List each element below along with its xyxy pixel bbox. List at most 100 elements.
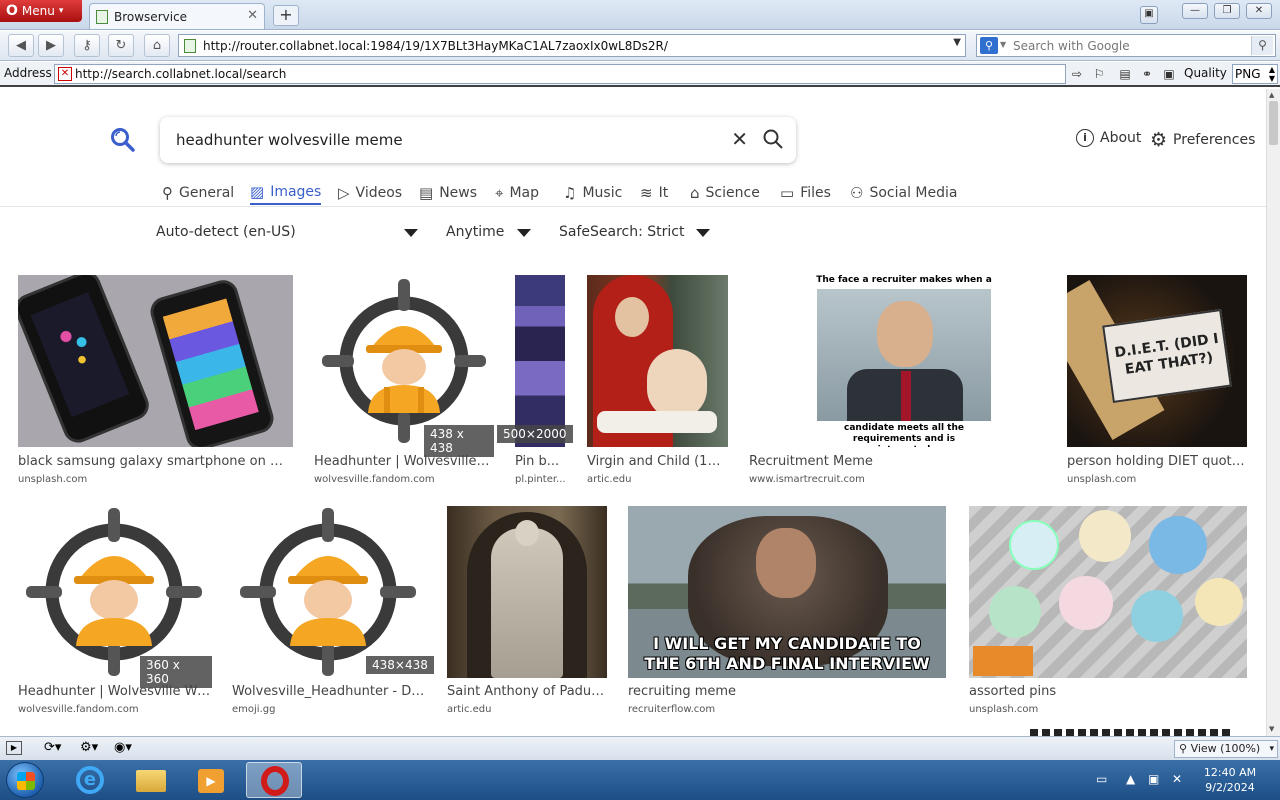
phones-thumbnail[interactable] [18, 275, 293, 447]
file-explorer-icon[interactable] [122, 762, 178, 798]
tab-general[interactable]: ⚲ General [162, 181, 234, 205]
search-engine-icon[interactable]: ⚲ [980, 37, 998, 54]
result-source[interactable]: pl.pinter... [515, 474, 567, 485]
headhunter-thumbnail[interactable] [314, 275, 494, 447]
scroll-down-icon[interactable]: ▼ [1269, 725, 1274, 733]
result-source[interactable]: unsplash.com [1067, 474, 1247, 485]
result-source[interactable]: recruiterflow.com [628, 704, 946, 715]
close-window-button[interactable]: ✕ [1246, 3, 1272, 19]
result-title[interactable]: Saint Anthony of Padua (... [447, 684, 607, 699]
save-icon[interactable]: ▣ [1160, 65, 1178, 83]
result-source[interactable]: artic.edu [587, 474, 727, 485]
result-source[interactable]: unsplash.com [18, 474, 292, 485]
tab-images[interactable]: ▨ Images [250, 181, 322, 205]
tab-news[interactable]: ▤ News [419, 181, 477, 205]
pins-thumbnail[interactable] [969, 506, 1247, 678]
preferences-link[interactable]: ⚙ Preferences [1150, 129, 1255, 151]
opera-menu-button[interactable]: O Menu ▾ [0, 0, 82, 22]
tab-files[interactable]: ▭ Files [780, 181, 831, 205]
image-result[interactable]: Saint Anthony of Padua (... artic.edu [447, 506, 608, 721]
result-title[interactable]: recruiting meme [628, 684, 946, 699]
image-result[interactable]: 438×438 Wolvesville_Headhunter - Disc...… [232, 506, 434, 721]
media-player-icon[interactable]: ▶ [184, 762, 240, 798]
result-source[interactable]: emoji.gg [232, 704, 426, 715]
result-title[interactable]: assorted pins [969, 684, 1247, 699]
tab-social-media[interactable]: ⚇ Social Media [850, 181, 957, 205]
recruiting-meme-thumbnail[interactable]: I WILL GET MY CANDIDATE TO THE 6TH AND F… [628, 506, 946, 678]
find-icon[interactable]: ⚭ [1138, 65, 1156, 83]
zoom-control[interactable]: ⚲ View (100%) ▾ [1174, 740, 1278, 758]
turbo-icon[interactable]: ⚙▾ [80, 740, 98, 755]
clear-icon[interactable]: ✕ [731, 127, 748, 151]
headhunter-thumbnail[interactable] [232, 506, 425, 678]
result-title[interactable]: Headhunter | Wolvesville Wi... [314, 454, 492, 469]
virgin-child-thumbnail[interactable] [587, 275, 728, 447]
tab-science[interactable]: ⌂ Science [690, 181, 760, 205]
spinner-icon[interactable]: ▲ ▼ [1269, 65, 1275, 83]
result-title[interactable]: person holding DIET quote b... [1067, 454, 1247, 469]
key-icon[interactable]: ⚷ [74, 34, 100, 57]
image-result[interactable]: D.I.E.T. (DID I EAT THAT?) person holdin… [1067, 275, 1248, 490]
result-source[interactable]: wolvesville.fandom.com [314, 474, 492, 485]
search-icon[interactable] [762, 128, 784, 150]
system-clock[interactable]: 12:40 AM 9/2/2024 [1198, 765, 1262, 795]
image-result[interactable]: 438 x 438 Headhunter | Wolvesville Wi...… [314, 275, 494, 490]
scroll-up-icon[interactable]: ▲ [1269, 91, 1274, 99]
search-go-icon[interactable]: ⚲ [1251, 36, 1273, 55]
search-input[interactable]: headhunter wolvesville meme ✕ [160, 117, 796, 163]
new-tab-button[interactable]: + [273, 5, 299, 26]
chevron-down-icon[interactable] [696, 229, 710, 237]
result-source[interactable]: www.ismartrecruit.com [749, 474, 997, 485]
pin-collage-thumbnail[interactable] [515, 275, 565, 447]
tab-map[interactable]: ⌖ Map [495, 181, 539, 205]
result-title[interactable]: Virgin and Child (1485... [587, 454, 727, 469]
result-title[interactable]: Pin b... [515, 454, 567, 469]
language-select[interactable]: Auto-detect (en-US) [156, 224, 296, 240]
url-field[interactable]: http://router.collabnet.local:1984/19/1X… [178, 34, 966, 57]
image-result[interactable]: 360 x 360 Headhunter | Wolvesville Wiki … [18, 506, 212, 721]
show-hidden-icons[interactable]: ▲ [1126, 772, 1135, 786]
keyboard-icon[interactable]: ▭ [1096, 772, 1107, 786]
result-title[interactable]: black samsung galaxy smartphone on white… [18, 454, 292, 469]
image-result[interactable]: The face a recruiter makes when a candid… [749, 275, 997, 490]
diet-thumbnail[interactable]: D.I.E.T. (DID I EAT THAT?) [1067, 275, 1247, 447]
bookmark-icon[interactable]: ⚐ [1090, 65, 1108, 83]
result-source[interactable]: wolvesville.fandom.com [18, 704, 212, 715]
headhunter-thumbnail[interactable] [18, 506, 211, 678]
reload-button[interactable]: ↻ [108, 34, 134, 57]
result-title[interactable]: Recruitment Meme [749, 454, 997, 469]
image-result[interactable]: I WILL GET MY CANDIDATE TO THE 6TH AND F… [628, 506, 947, 721]
safesearch-select[interactable]: SafeSearch: Strict [559, 224, 684, 240]
sync-icon[interactable]: ⟳▾ [44, 740, 61, 755]
internet-explorer-icon[interactable]: e [62, 762, 118, 798]
tab-it[interactable]: ≋ It [640, 181, 668, 205]
start-button[interactable] [6, 762, 44, 798]
tab-videos[interactable]: ▷ Videos [338, 181, 402, 205]
result-source[interactable]: artic.edu [447, 704, 607, 715]
restore-button[interactable]: ❐ [1214, 3, 1240, 19]
unite-icon[interactable]: ◉▾ [114, 740, 132, 755]
image-result[interactable]: 500×2000 Pin b... pl.pinter... [497, 275, 573, 490]
tab-cascade-icon[interactable]: ▣ [1140, 6, 1158, 24]
forward-button[interactable]: ▶ [38, 34, 64, 57]
go-arrow-icon[interactable]: ⇨ [1068, 65, 1086, 83]
recruitment-meme-thumbnail[interactable]: The face a recruiter makes when a candid… [811, 275, 997, 447]
result-title[interactable]: Wolvesville_Headhunter - Disc... [232, 684, 426, 699]
result-source[interactable]: unsplash.com [969, 704, 1247, 715]
chevron-down-icon[interactable]: ▼ [953, 37, 961, 48]
searxng-logo-icon[interactable] [110, 127, 136, 153]
home-button[interactable]: ⌂ [144, 34, 170, 57]
about-link[interactable]: i About [1076, 129, 1141, 147]
image-result[interactable] [1030, 729, 1230, 736]
close-tab-icon[interactable]: ✕ [247, 8, 258, 23]
quality-select[interactable]: PNG ▲ ▼ [1232, 64, 1278, 84]
volume-muted-icon[interactable]: ✕ [1172, 772, 1182, 786]
opera-taskbar-icon[interactable] [246, 762, 302, 798]
chevron-down-icon[interactable]: ▼ [1000, 40, 1006, 49]
time-range-select[interactable]: Anytime [446, 224, 504, 240]
minimize-button[interactable]: — [1182, 3, 1208, 19]
web-search-field[interactable]: ⚲ ▼ Search with Google ⚲ [976, 34, 1276, 57]
chevron-down-icon[interactable] [404, 229, 418, 237]
vertical-scrollbar[interactable]: ▲ ▼ [1266, 89, 1280, 736]
chevron-down-icon[interactable] [517, 229, 531, 237]
